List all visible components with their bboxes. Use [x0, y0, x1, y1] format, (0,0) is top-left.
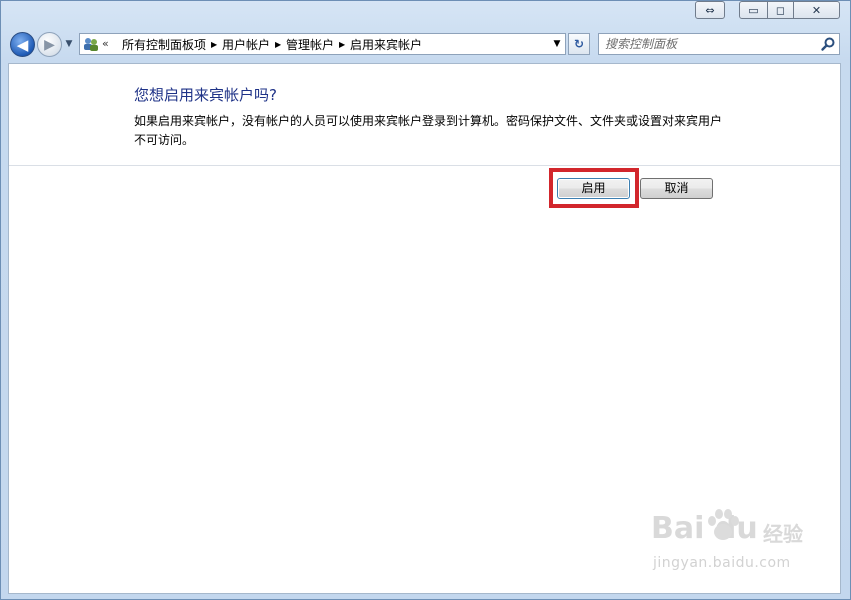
close-button[interactable]: ✕: [793, 1, 840, 19]
cancel-button[interactable]: 取消: [640, 178, 713, 199]
minimize-button[interactable]: ▭: [739, 1, 768, 19]
recent-pages-dropdown[interactable]: ▼: [64, 39, 74, 49]
breadcrumb-separator-icon[interactable]: ▶: [336, 40, 348, 49]
breadcrumb-separator-icon[interactable]: ▶: [272, 40, 284, 49]
breadcrumb-user-accounts[interactable]: 用户帐户: [220, 36, 272, 53]
user-accounts-icon: [83, 37, 99, 51]
window-frame: ⇔ ▭ ◻ ✕ ◀ ▶ ▼ « 所有控制面板项 ▶ 用户帐户 ▶ 管理帐户 ▶ …: [0, 0, 851, 600]
back-button[interactable]: ◀: [10, 32, 35, 57]
breadcrumb-separator-icon[interactable]: ▶: [208, 40, 220, 49]
resize-button[interactable]: ⇔: [695, 1, 725, 19]
maximize-button[interactable]: ◻: [767, 1, 794, 19]
forward-button[interactable]: ▶: [37, 32, 62, 57]
search-box[interactable]: [598, 33, 840, 55]
refresh-button[interactable]: ↻: [568, 33, 590, 55]
search-icon[interactable]: [820, 36, 836, 52]
watermark-url: jingyan.baidu.com: [653, 555, 791, 571]
paw-logo-icon: [703, 505, 743, 545]
watermark: Bai du 经验 jingyan.baidu.com: [651, 509, 831, 581]
title-bar: ⇔ ▭ ◻ ✕: [1, 1, 851, 29]
search-input[interactable]: [605, 36, 815, 52]
back-arrow-icon: ◀: [16, 35, 29, 54]
address-dropdown-icon[interactable]: ▼: [550, 36, 564, 52]
forward-arrow-icon: ▶: [44, 36, 55, 53]
breadcrumb-manage-accounts[interactable]: 管理帐户: [284, 36, 336, 53]
breadcrumb-all-control-panel-items[interactable]: 所有控制面板项: [120, 36, 208, 53]
breadcrumb-enable-guest-account[interactable]: 启用来宾帐户: [348, 36, 424, 53]
breadcrumb: 所有控制面板项 ▶ 用户帐户 ▶ 管理帐户 ▶ 启用来宾帐户: [120, 34, 424, 54]
divider: [9, 165, 840, 166]
description-text: 如果启用来宾帐户，没有帐户的人员可以使用来宾帐户登录到计算机。密码保护文件、文件…: [134, 114, 723, 147]
watermark-tag: 经验: [763, 522, 803, 546]
page-title: 您想启用来宾帐户吗?: [134, 86, 277, 104]
address-overflow-chevron[interactable]: «: [102, 37, 109, 51]
enable-button[interactable]: 启用: [557, 178, 630, 199]
address-bar[interactable]: « 所有控制面板项 ▶ 用户帐户 ▶ 管理帐户 ▶ 启用来宾帐户 ▼: [79, 33, 566, 55]
refresh-icon: ↻: [573, 37, 585, 51]
